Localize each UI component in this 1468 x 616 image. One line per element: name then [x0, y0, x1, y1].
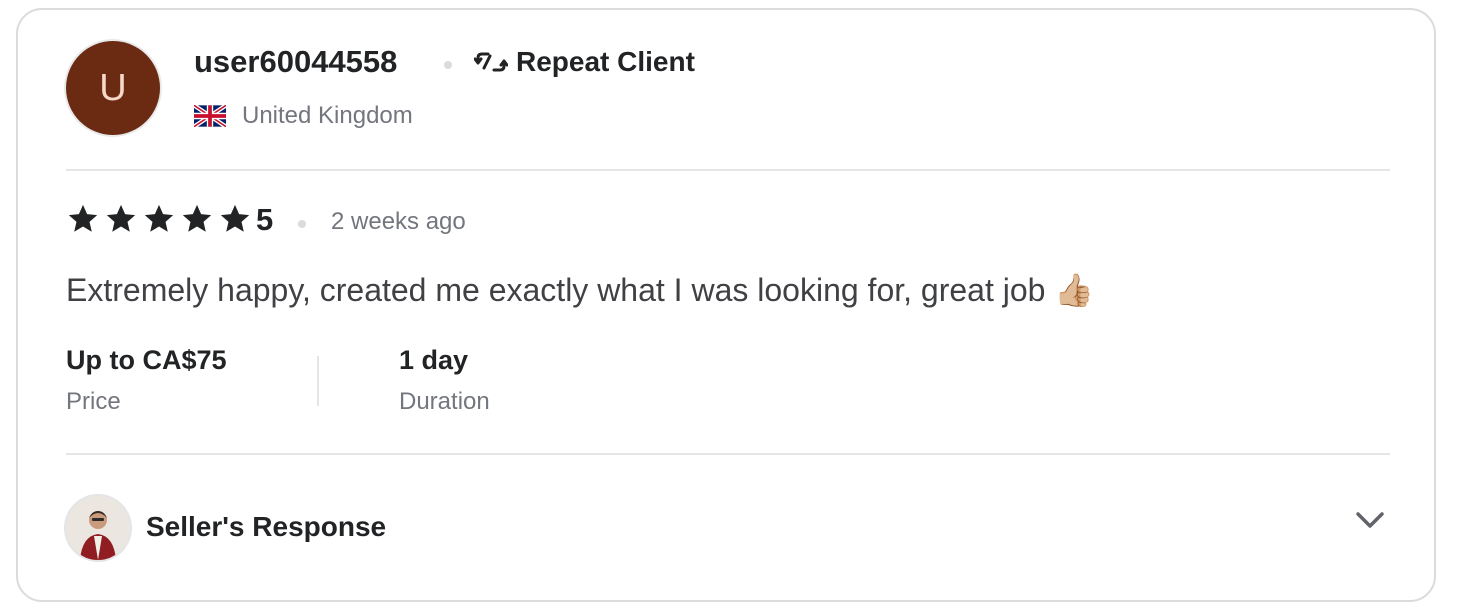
separator-dot: [298, 220, 306, 228]
price-value: Up to CA$75: [66, 345, 227, 375]
star-icon: [106, 204, 136, 232]
country-label: United Kingdom: [242, 102, 413, 129]
star-icon: [220, 204, 250, 232]
separator-dot: [444, 61, 452, 69]
reviewer-avatar: U: [66, 41, 160, 135]
repeat-client-badge: Repeat Client: [474, 46, 695, 78]
price-label: Price: [66, 388, 121, 415]
repeat-icon: [474, 52, 508, 72]
chevron-down-icon[interactable]: [1352, 506, 1388, 534]
duration-value: 1 day: [399, 345, 469, 375]
star-icon: [182, 204, 212, 232]
duration-label: Duration: [399, 388, 490, 415]
seller-response-title[interactable]: Seller's Response: [146, 511, 386, 543]
details-divider: [317, 356, 319, 406]
repeat-client-label: Repeat Client: [516, 46, 695, 77]
review-time: 2 weeks ago: [331, 208, 466, 235]
header-divider: [66, 169, 1390, 171]
reviewer-country: United Kingdom: [194, 102, 413, 130]
uk-flag-icon: [194, 105, 226, 127]
details-bottom-divider: [66, 453, 1390, 455]
star-icon: [68, 204, 98, 232]
star-icon: [144, 204, 174, 232]
rating-value: 5: [256, 202, 274, 237]
seller-avatar: [66, 496, 130, 560]
star-rating: [66, 202, 252, 236]
review-text: Extremely happy, created me exactly what…: [66, 272, 1095, 308]
avatar-letter: U: [99, 66, 127, 109]
reviewer-username: user60044558: [194, 44, 398, 79]
